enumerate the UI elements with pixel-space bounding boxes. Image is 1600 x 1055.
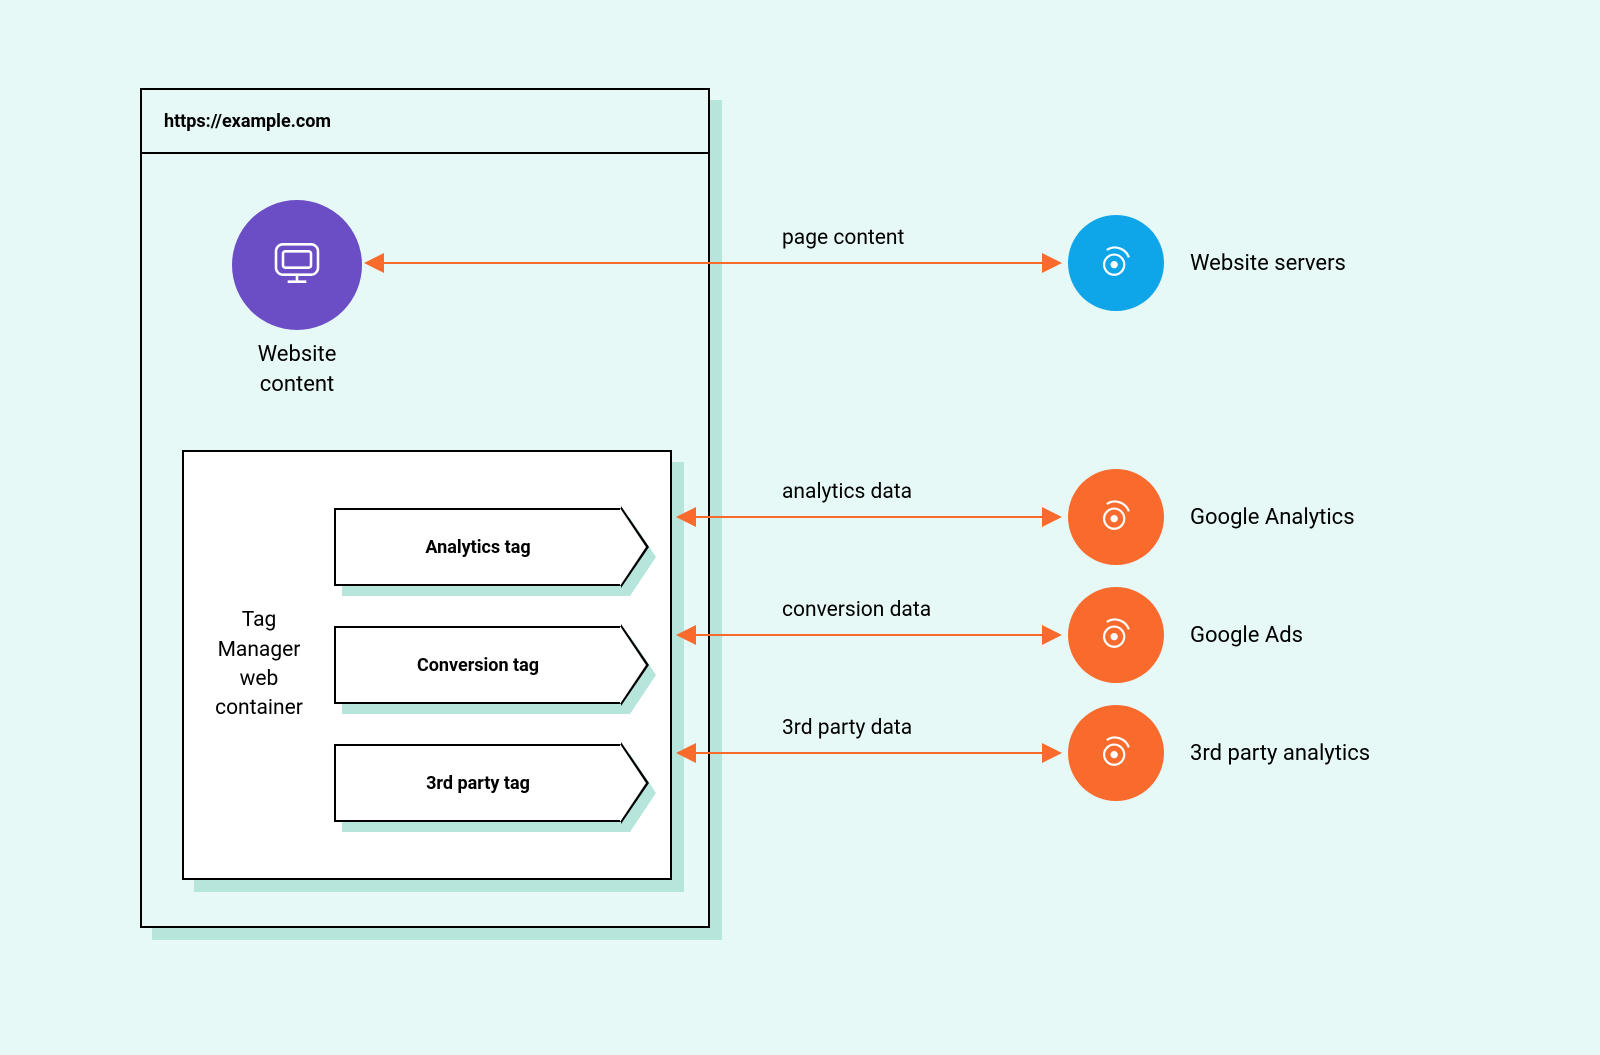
connector-label-3rdparty: 3rd party data bbox=[782, 716, 912, 740]
tag-arrow-shape: Analytics tag bbox=[334, 508, 622, 586]
tag-label: Conversion tag bbox=[417, 655, 539, 676]
browser-url: https://example.com bbox=[164, 111, 331, 132]
tag-label: Analytics tag bbox=[425, 537, 530, 558]
browser-address-bar: https://example.com bbox=[142, 90, 708, 154]
endpoint-circle bbox=[1068, 215, 1164, 311]
tag-item-analytics: Analytics tag bbox=[334, 508, 642, 586]
tag-item-conversion: Conversion tag bbox=[334, 626, 642, 704]
diagram-canvas: https://example.com Website content Tag … bbox=[0, 0, 1600, 1055]
server-glyph-icon bbox=[1094, 611, 1138, 659]
server-glyph-icon bbox=[1094, 729, 1138, 777]
endpoint-google-ads: Google Ads bbox=[1068, 587, 1303, 683]
website-content-node bbox=[232, 200, 362, 330]
endpoint-circle bbox=[1068, 705, 1164, 801]
tag-label: 3rd party tag bbox=[426, 773, 530, 794]
connector-label-page-content: page content bbox=[782, 226, 904, 250]
endpoint-circle bbox=[1068, 469, 1164, 565]
endpoint-label: Google Ads bbox=[1190, 623, 1303, 648]
tag-arrow-shape: 3rd party tag bbox=[334, 744, 622, 822]
endpoint-label: Website servers bbox=[1190, 251, 1346, 276]
website-content-label: Website content bbox=[232, 340, 362, 399]
tag-arrow-shape: Conversion tag bbox=[334, 626, 622, 704]
connector-label-analytics: analytics data bbox=[782, 480, 912, 504]
monitor-icon bbox=[269, 235, 325, 295]
endpoint-3rd-party-analytics: 3rd party analytics bbox=[1068, 705, 1370, 801]
endpoint-website-servers: Website servers bbox=[1068, 215, 1346, 311]
tag-list: Analytics tag Conversion tag 3rd party t… bbox=[334, 480, 670, 850]
tag-manager-label: Tag Manager web container bbox=[184, 606, 334, 724]
browser-frame: https://example.com Website content Tag … bbox=[140, 88, 710, 928]
tag-manager-container: Tag Manager web container Analytics tag … bbox=[182, 450, 672, 880]
endpoint-label: 3rd party analytics bbox=[1190, 741, 1370, 766]
server-glyph-icon bbox=[1094, 239, 1138, 287]
endpoint-google-analytics: Google Analytics bbox=[1068, 469, 1355, 565]
endpoint-label: Google Analytics bbox=[1190, 505, 1355, 530]
server-glyph-icon bbox=[1094, 493, 1138, 541]
connector-label-conversion: conversion data bbox=[782, 598, 931, 622]
endpoint-circle bbox=[1068, 587, 1164, 683]
tag-item-3rdparty: 3rd party tag bbox=[334, 744, 642, 822]
